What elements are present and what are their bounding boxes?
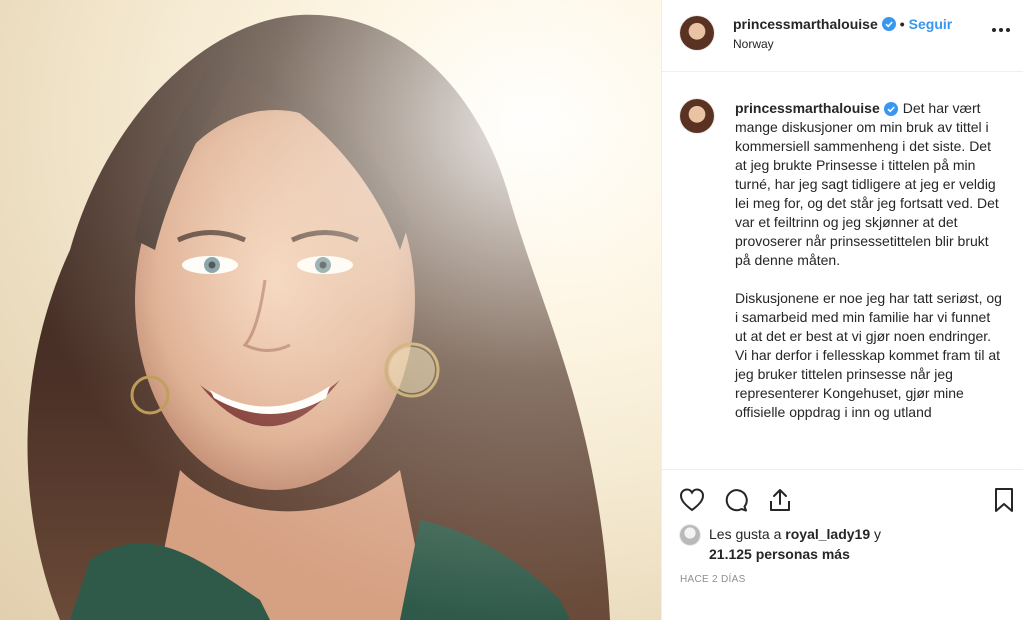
liker-username[interactable]: royal_lady19	[785, 526, 870, 542]
author-line: princessmarthalouise • Seguir	[733, 16, 952, 32]
verified-badge-icon	[881, 17, 896, 31]
actions-section: Les gusta a royal_lady19 y 21.125 person…	[662, 469, 1023, 620]
follow-button[interactable]: Seguir	[909, 16, 953, 32]
likes-prefix: Les gusta a	[709, 526, 786, 542]
post-caption: princessmarthalouise Det har vært mange d…	[735, 99, 1003, 422]
post-location[interactable]: Norway	[733, 37, 774, 51]
author-username[interactable]: princessmarthalouise	[733, 16, 878, 32]
likes-row: Les gusta a royal_lady19 y 21.125 person…	[680, 524, 909, 564]
comments-area[interactable]: princessmarthalouise Det har vært mange d…	[662, 73, 1023, 469]
author-avatar[interactable]	[680, 16, 714, 50]
post-photo[interactable]	[0, 0, 661, 620]
comment-icon[interactable]	[722, 486, 750, 514]
share-icon[interactable]	[766, 486, 794, 514]
portrait-illustration	[0, 0, 661, 620]
post-header: princessmarthalouise • Seguir Norway	[662, 0, 1023, 72]
separator-dot: •	[899, 16, 905, 32]
likes-count[interactable]: 21.125 personas más	[709, 546, 850, 562]
post-timestamp[interactable]: HACE 2 DÍAS	[680, 574, 746, 585]
liker-avatar[interactable]	[680, 525, 700, 545]
bookmark-icon[interactable]	[990, 486, 1018, 514]
heart-icon[interactable]	[678, 486, 706, 514]
caption-username[interactable]: princessmarthalouise	[735, 100, 880, 116]
caption-text: Det har vært mange diskusjoner om min br…	[735, 100, 1002, 420]
more-options-icon[interactable]	[989, 18, 1013, 42]
caption-author-avatar[interactable]	[680, 99, 714, 133]
likes-middle: y	[870, 526, 882, 542]
verified-badge-icon	[883, 102, 898, 117]
likes-summary: Les gusta a royal_lady19 y 21.125 person…	[709, 524, 909, 564]
